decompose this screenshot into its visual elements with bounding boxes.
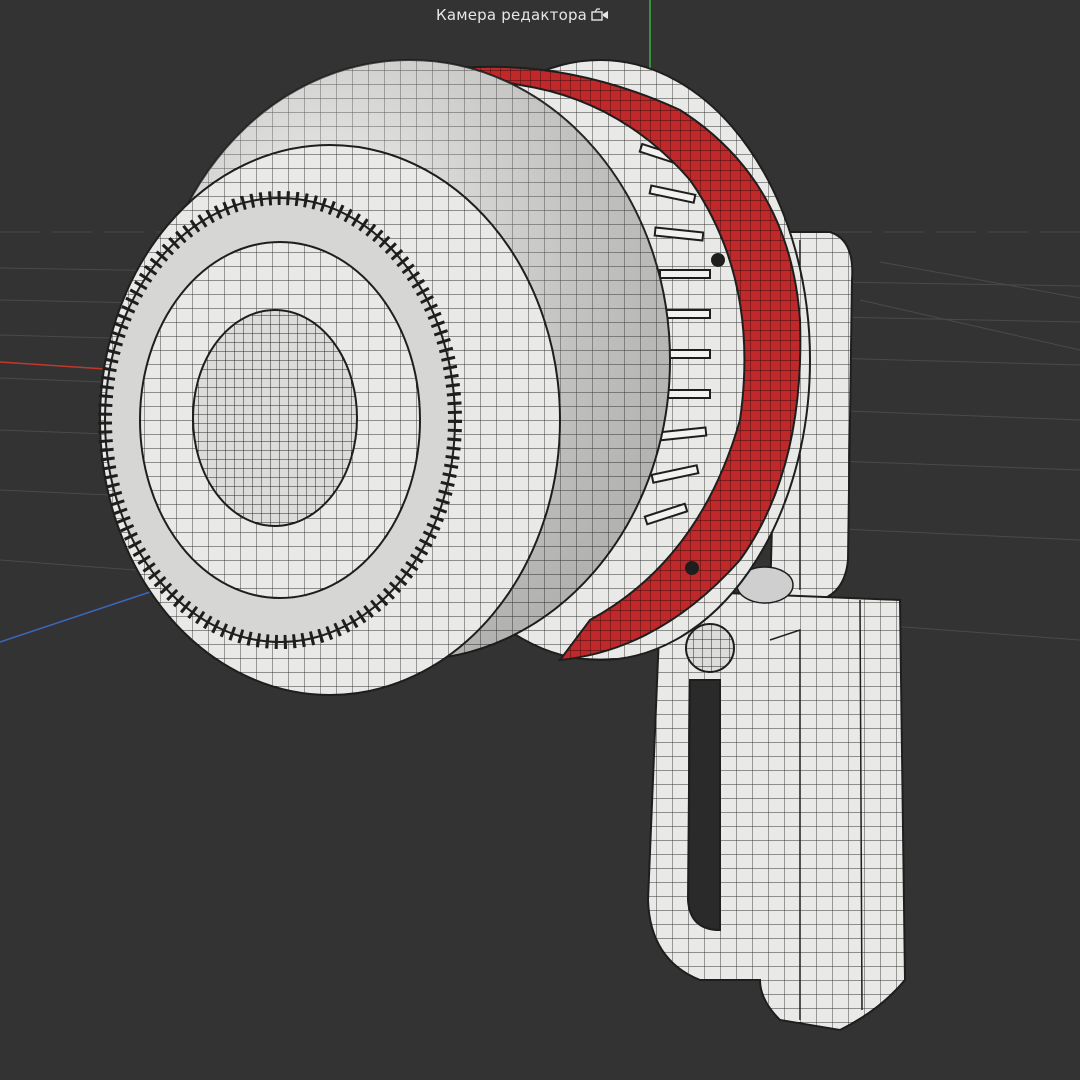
speaker-mesh — [192, 309, 358, 527]
pivot-knob[interactable] — [685, 623, 735, 673]
handle-base[interactable] — [646, 566, 907, 1032]
editor-camera-label[interactable]: Камера редактора — [436, 6, 610, 24]
scene-canvas[interactable] — [0, 0, 1080, 1080]
camera-label-text: Камера редактора — [436, 6, 588, 24]
camera-icon[interactable] — [590, 8, 610, 22]
3d-viewport[interactable]: Камера редактора — [0, 0, 1080, 1080]
